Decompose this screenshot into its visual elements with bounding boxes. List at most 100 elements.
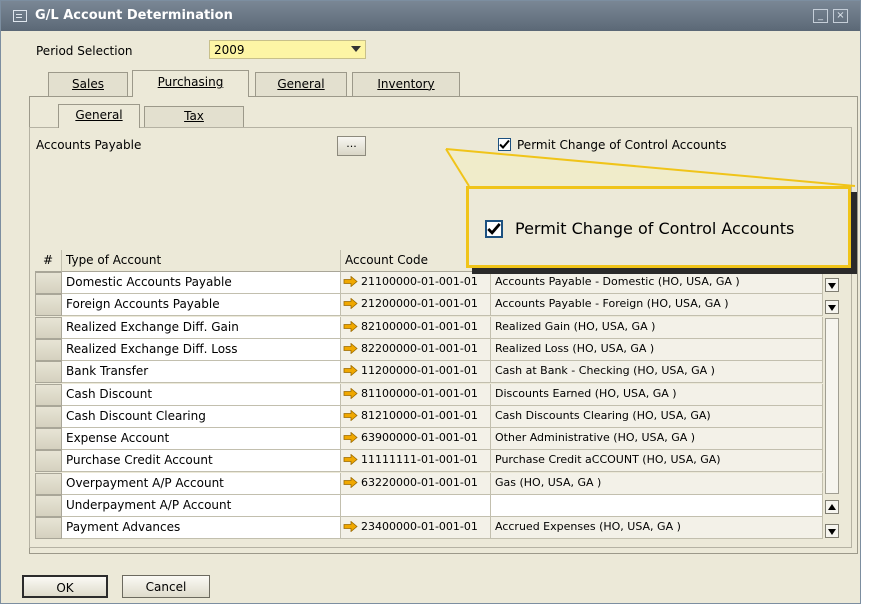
account-code-cell[interactable]: 21200000-01-001-01 [341, 294, 491, 317]
subtab-tax[interactable]: Tax [144, 106, 244, 127]
table-row[interactable]: Bank Transfer 11200000-01-001-01 Cash at B… [35, 361, 823, 384]
chevron-down-icon [351, 46, 361, 52]
account-code-cell[interactable]: 23400000-01-001-01 [341, 517, 491, 540]
scroll-up-button[interactable] [825, 500, 839, 514]
type-of-account-cell: Underpayment A/P Account [62, 495, 341, 517]
table-row[interactable]: Realized Exchange Diff. Gain 82100000-01-… [35, 316, 823, 339]
table-row[interactable]: Expense Account 63900000-01-001-01 Other A… [35, 428, 823, 451]
link-arrow-icon[interactable] [343, 320, 358, 332]
column-header-number[interactable]: # [35, 250, 62, 272]
account-code-cell[interactable]: 63220000-01-001-01 [341, 472, 491, 495]
tab-purchasing-label: Purchasing [157, 75, 224, 89]
period-selection-label: Period Selection [36, 44, 133, 58]
window-menu-icon[interactable] [13, 10, 27, 22]
account-code-value: 81100000-01-001-01 [361, 386, 478, 400]
tab-inventory[interactable]: Inventory [352, 72, 460, 96]
account-code-cell[interactable]: 82200000-01-001-01 [341, 338, 491, 361]
type-of-account-cell: Realized Exchange Diff. Loss [62, 338, 341, 361]
scroll-down-button[interactable] [825, 524, 839, 538]
column-header-type-of-account[interactable]: Type of Account [62, 250, 341, 272]
minimize-button[interactable]: _ [813, 9, 828, 23]
checkmark-icon [499, 139, 510, 149]
subtab-general[interactable]: General [58, 104, 140, 128]
table-row[interactable]: Payment Advances 23400000-01-001-01 Accrue… [35, 517, 823, 540]
subtab-general-label: General [75, 108, 123, 122]
account-name-cell: Cash Discounts Clearing (HO, USA, GA) [491, 405, 823, 428]
row-selector[interactable] [35, 405, 62, 428]
permit-change-label-zoomed: Permit Change of Control Accounts [515, 219, 795, 238]
accounts-payable-label: Accounts Payable [36, 138, 142, 152]
cancel-button[interactable]: Cancel [122, 575, 210, 598]
row-selector[interactable] [35, 428, 62, 451]
account-code-value: 82200000-01-001-01 [361, 341, 478, 355]
table-row[interactable]: Domestic Accounts Payable 21100000-01-001… [35, 272, 823, 294]
account-name-cell: Other Administrative (HO, USA, GA ) [491, 428, 823, 451]
row-selector[interactable] [35, 495, 62, 517]
row-selector[interactable] [35, 294, 62, 317]
account-code-cell[interactable]: 81210000-01-001-01 [341, 405, 491, 428]
close-button[interactable]: × [833, 9, 848, 23]
account-code-cell[interactable]: 82100000-01-001-01 [341, 316, 491, 339]
link-arrow-icon[interactable] [343, 454, 358, 466]
title-bar[interactable]: G/L Account Determination _ × [1, 1, 860, 31]
tab-sales[interactable]: Sales [48, 72, 128, 96]
link-arrow-icon[interactable] [343, 342, 358, 354]
link-arrow-icon[interactable] [343, 298, 358, 310]
scrollbar-track[interactable] [825, 318, 839, 494]
link-arrow-icon[interactable] [343, 409, 358, 421]
account-code-value: 11200000-01-001-01 [361, 364, 478, 378]
row-selector[interactable] [35, 316, 62, 339]
link-arrow-icon[interactable] [343, 387, 358, 399]
table-row[interactable]: Underpayment A/P Account [35, 495, 823, 517]
table-row[interactable]: Cash Discount 81100000-01-001-01 Discounts… [35, 383, 823, 406]
account-code-cell[interactable]: 11111111-01-001-01 [341, 450, 491, 473]
account-code-value: 23400000-01-001-01 [361, 520, 478, 534]
row-selector[interactable] [35, 338, 62, 361]
account-code-cell[interactable]: 81100000-01-001-01 [341, 383, 491, 406]
type-of-account-cell: Bank Transfer [62, 361, 341, 384]
accounts-payable-browse-button[interactable]: ... [337, 136, 366, 156]
type-of-account-cell: Purchase Credit Account [62, 450, 341, 473]
account-code-value: 82100000-01-001-01 [361, 319, 478, 333]
account-code-value: 21100000-01-001-01 [361, 275, 478, 288]
table-row[interactable]: Foreign Accounts Payable 21200000-01-001-… [35, 294, 823, 317]
table-row[interactable]: Cash Discount Clearing 81210000-01-001-01… [35, 405, 823, 428]
row-selector[interactable] [35, 272, 62, 294]
type-of-account-cell: Domestic Accounts Payable [62, 272, 341, 294]
table-row[interactable]: Overpayment A/P Account 63220000-01-001-0… [35, 472, 823, 495]
link-arrow-icon[interactable] [343, 365, 358, 377]
scroll-down-button[interactable] [825, 278, 839, 292]
scroll-down-button[interactable] [825, 300, 839, 314]
row-selector[interactable] [35, 450, 62, 473]
ok-button[interactable]: OK [22, 575, 108, 598]
account-name-cell: Realized Gain (HO, USA, GA ) [491, 316, 823, 339]
account-code-cell[interactable]: 63900000-01-001-01 [341, 428, 491, 451]
table-row[interactable]: Purchase Credit Account 11111111-01-001-0… [35, 450, 823, 473]
tab-purchasing[interactable]: Purchasing [132, 70, 249, 97]
tab-inventory-label: Inventory [377, 77, 435, 91]
account-name-cell: Discounts Earned (HO, USA, GA ) [491, 383, 823, 406]
link-arrow-icon[interactable] [343, 476, 358, 488]
link-arrow-icon[interactable] [343, 432, 358, 444]
row-selector[interactable] [35, 361, 62, 384]
link-arrow-icon[interactable] [343, 521, 358, 533]
period-selection-dropdown[interactable]: 2009 [209, 40, 366, 59]
row-selector[interactable] [35, 472, 62, 495]
row-selector[interactable] [35, 517, 62, 540]
tab-general[interactable]: General [255, 72, 347, 96]
subtab-tax-label: Tax [184, 109, 204, 123]
permit-change-label: Permit Change of Control Accounts [517, 138, 727, 152]
account-code-cell[interactable] [341, 495, 491, 517]
account-code-cell[interactable]: 11200000-01-001-01 [341, 361, 491, 384]
row-selector[interactable] [35, 383, 62, 406]
account-name-cell: Realized Loss (HO, USA, GA ) [491, 338, 823, 361]
type-of-account-cell: Payment Advances [62, 517, 341, 540]
table-row[interactable]: Realized Exchange Diff. Loss 82200000-01-… [35, 338, 823, 361]
tab-sales-label: Sales [72, 77, 104, 91]
account-code-value: 81210000-01-001-01 [361, 408, 478, 422]
checkmark-icon [487, 222, 501, 235]
link-arrow-icon[interactable] [343, 276, 358, 287]
account-name-cell: Gas (HO, USA, GA ) [491, 472, 823, 495]
account-code-cell[interactable]: 21100000-01-001-01 [341, 272, 491, 294]
permit-change-checkbox[interactable] [498, 138, 511, 151]
